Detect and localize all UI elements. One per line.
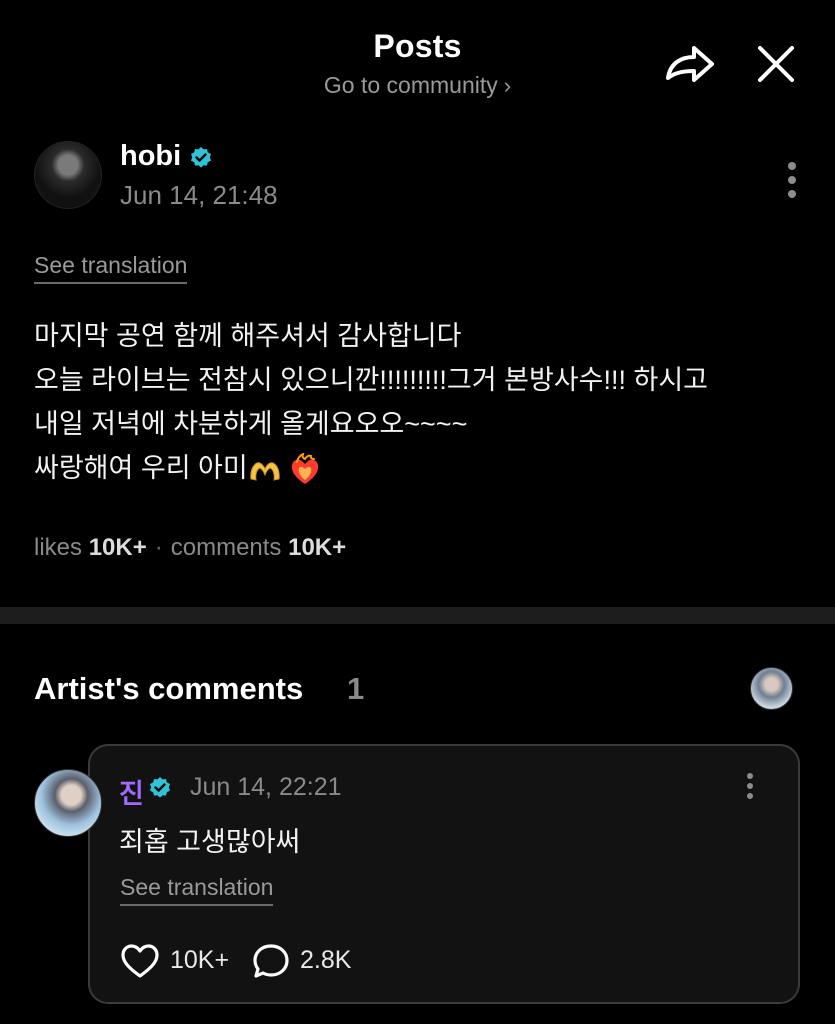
post-more-options-button[interactable] [778, 158, 806, 204]
more-dot-icon [788, 162, 796, 170]
heart-icon [121, 944, 159, 978]
section-divider [0, 607, 835, 624]
likes-label: likes [34, 534, 83, 561]
close-icon [758, 46, 794, 82]
comment-like-button[interactable] [120, 943, 160, 979]
post-see-translation-link[interactable]: See translation [34, 252, 188, 284]
more-dot-icon [788, 190, 796, 198]
author-avatar[interactable] [34, 141, 102, 209]
comment-like-count: 10K+ [170, 946, 230, 974]
author-name[interactable]: hobi [120, 140, 181, 173]
verified-badge-icon [150, 777, 170, 798]
comment-more-options-button[interactable] [740, 770, 760, 806]
comment-text: 죄홉 고생많아써 [119, 827, 301, 857]
artist-comments-count: 1 [347, 671, 365, 706]
go-to-community-label: Go to community [323, 72, 498, 98]
verified-badge-icon [191, 147, 211, 168]
close-button[interactable] [752, 40, 800, 88]
speech-bubble-icon [253, 944, 289, 978]
post-body-line: 내일 저녁에 차분하게 올게요오오~~~~ [34, 409, 468, 439]
top-bar: Posts Go to community › [0, 0, 835, 110]
comment-timestamp: Jun 14, 22:21 [190, 773, 342, 801]
commenter-avatar[interactable] [34, 769, 102, 837]
comment-see-translation-link[interactable]: See translation [120, 874, 274, 906]
post-body-line: 싸랑해여 우리 아미 [34, 453, 248, 483]
commenter-name[interactable]: 진 [119, 772, 144, 811]
stats-separator: · [154, 534, 163, 561]
comments-count[interactable]: 10K+ [288, 534, 346, 561]
more-dot-icon [747, 773, 753, 779]
post-stats: likes 10K+ · comments 10K+ [34, 534, 346, 562]
artist-comments-avatar[interactable] [750, 667, 793, 710]
post-body-line-with-emoji: 싸랑해여 우리 아미 [34, 446, 814, 490]
post-body-line: 마지막 공연 함께 해주셔서 감사합니다 [34, 321, 462, 351]
comment-reply-button[interactable] [252, 943, 290, 979]
post-body: 마지막 공연 함께 해주셔서 감사합니다 오늘 라이브는 전참시 있으니깐!!!… [34, 314, 814, 490]
likes-count[interactable]: 10K+ [89, 534, 147, 561]
share-button[interactable] [664, 40, 716, 88]
comment-reply-count: 2.8K [300, 946, 352, 974]
more-dot-icon [747, 793, 753, 799]
heart-hands-emoji-icon [250, 462, 280, 481]
comments-label: comments [170, 534, 282, 561]
post-timestamp: Jun 14, 21:48 [120, 180, 278, 210]
share-arrow-icon [666, 46, 714, 82]
post-body-line: 오늘 라이브는 전참시 있으니깐!!!!!!!!!그거 본방사수!!! 하시고 [34, 365, 709, 395]
heart-on-fire-emoji-icon [291, 452, 318, 484]
more-dot-icon [747, 783, 753, 789]
artist-comments-title: Artist's comments [34, 671, 304, 706]
chevron-right-icon: › [503, 73, 512, 98]
more-dot-icon [788, 176, 796, 184]
